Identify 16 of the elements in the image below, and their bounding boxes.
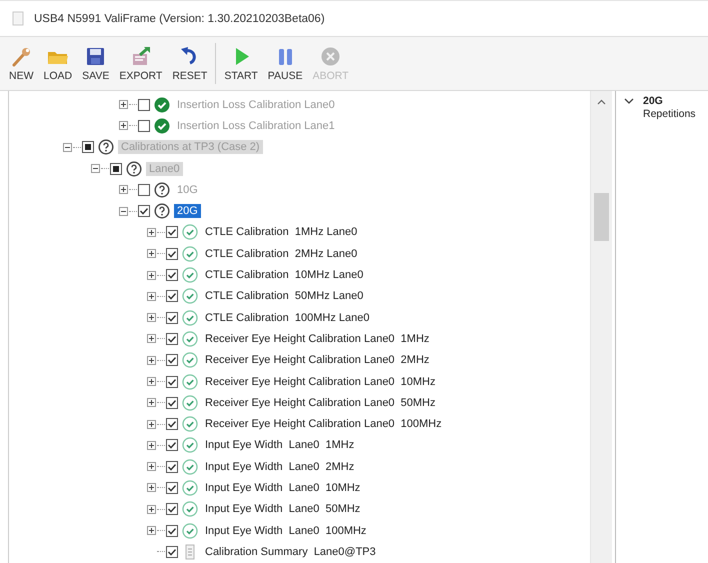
toolbar-button[interactable]: START xyxy=(219,37,263,90)
toolbar-button[interactable]: LOAD xyxy=(38,37,78,90)
wrench-icon xyxy=(10,45,33,68)
toolbar-button[interactable]: PAUSE xyxy=(262,37,308,90)
toolbar-button[interactable]: RESET xyxy=(167,37,212,90)
category-heading: 20G xyxy=(643,95,663,107)
chevron-down-icon[interactable] xyxy=(624,97,634,105)
scroll-up-icon[interactable] xyxy=(597,99,606,105)
app-icon xyxy=(12,11,24,26)
property-label: Repetitions xyxy=(642,108,697,120)
toolbar-button[interactable]: SAVE xyxy=(77,37,114,90)
toolbar-button[interactable]: NEW xyxy=(4,37,38,90)
window-title: USB4 N5991 ValiFrame (Version: 1.30.20210203Beta06) xyxy=(34,12,325,24)
scrollbar-thumb[interactable] xyxy=(594,193,609,241)
toolbar-button[interactable]: EXPORT xyxy=(114,37,168,90)
stop-circle-icon xyxy=(319,45,342,68)
